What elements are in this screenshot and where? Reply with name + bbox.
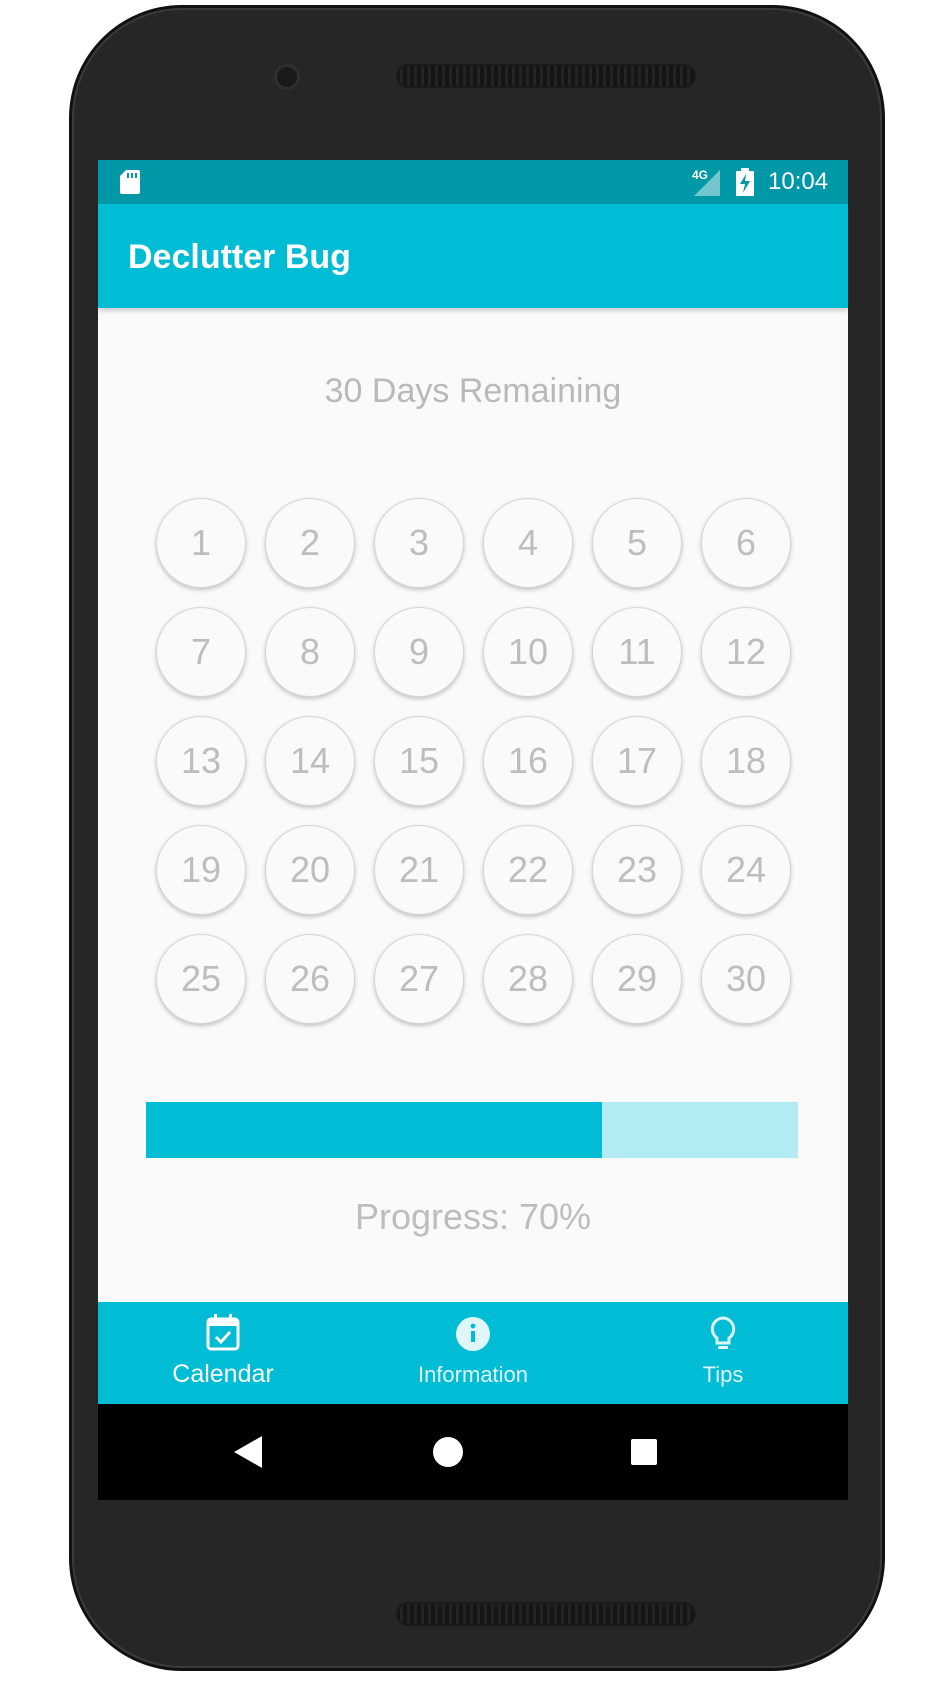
earpiece-speaker (396, 64, 696, 88)
day-circle-30[interactable]: 30 (701, 934, 791, 1024)
battery-charging-icon (736, 168, 754, 196)
day-circle-18[interactable]: 18 (701, 716, 791, 806)
sd-card-icon (120, 170, 140, 194)
app-screen: 4G 10:04 Declutter Bug 30 Days Remaining… (98, 160, 848, 1500)
day-circle-15[interactable]: 15 (374, 716, 464, 806)
day-circle-29[interactable]: 29 (592, 934, 682, 1024)
day-circle-23[interactable]: 23 (592, 825, 682, 915)
nav-item-information[interactable]: Information (348, 1302, 598, 1404)
bottom-navigation: Calendar Information Tips (98, 1302, 848, 1404)
back-icon[interactable] (226, 1428, 274, 1476)
app-title: Declutter Bug (128, 238, 351, 276)
nav-item-calendar[interactable]: Calendar (98, 1302, 348, 1404)
info-icon (456, 1317, 490, 1351)
day-circle-27[interactable]: 27 (374, 934, 464, 1024)
day-circle-16[interactable]: 16 (483, 716, 573, 806)
status-clock: 10:04 (768, 168, 829, 195)
day-circle-6[interactable]: 6 (701, 498, 791, 588)
day-circle-22[interactable]: 22 (483, 825, 573, 915)
recents-icon[interactable] (620, 1428, 668, 1476)
day-circle-1[interactable]: 1 (156, 498, 246, 588)
day-circle-25[interactable]: 25 (156, 934, 246, 1024)
day-circle-11[interactable]: 11 (592, 607, 682, 697)
nav-item-tips[interactable]: Tips (598, 1302, 848, 1404)
calendar-check-icon (206, 1314, 240, 1351)
lightbulb-icon (710, 1316, 736, 1349)
nav-label-calendar: Calendar (172, 1360, 274, 1388)
bottom-speaker (396, 1602, 696, 1626)
days-remaining-text: 30 Days Remaining (324, 372, 622, 410)
day-circle-24[interactable]: 24 (701, 825, 791, 915)
day-circle-13[interactable]: 13 (156, 716, 246, 806)
day-circle-28[interactable]: 28 (483, 934, 573, 1024)
system-navigation-bar (98, 1404, 848, 1500)
day-circle-17[interactable]: 17 (592, 716, 682, 806)
progress-bar (146, 1102, 798, 1158)
day-circle-14[interactable]: 14 (265, 716, 355, 806)
progress-bar-fill (146, 1102, 603, 1158)
day-circle-21[interactable]: 21 (374, 825, 464, 915)
nav-label-information: Information (417, 1362, 529, 1387)
day-circle-10[interactable]: 10 (483, 607, 573, 697)
day-grid: 1 2 3 4 5 6 7 8 9 10 11 12 13 14 15 16 17 18 19 20 21 22 23 24 2… (156, 498, 806, 1024)
network-type-label: 4G (692, 168, 709, 182)
day-circle-4[interactable]: 4 (483, 498, 573, 588)
front-camera (274, 64, 300, 90)
progress-text: Progress: 70% (354, 1196, 592, 1237)
day-circle-20[interactable]: 20 (265, 825, 355, 915)
day-circle-26[interactable]: 26 (265, 934, 355, 1024)
status-bar: 4G 10:04 (98, 160, 848, 204)
day-circle-7[interactable]: 7 (156, 607, 246, 697)
day-circle-12[interactable]: 12 (701, 607, 791, 697)
day-circle-5[interactable]: 5 (592, 498, 682, 588)
home-icon[interactable] (424, 1428, 472, 1476)
day-circle-8[interactable]: 8 (265, 607, 355, 697)
day-circle-2[interactable]: 2 (265, 498, 355, 588)
app-bar: Declutter Bug (98, 204, 848, 308)
day-circle-19[interactable]: 19 (156, 825, 246, 915)
nav-label-tips: Tips (702, 1362, 744, 1387)
day-circle-3[interactable]: 3 (374, 498, 464, 588)
day-circle-9[interactable]: 9 (374, 607, 464, 697)
